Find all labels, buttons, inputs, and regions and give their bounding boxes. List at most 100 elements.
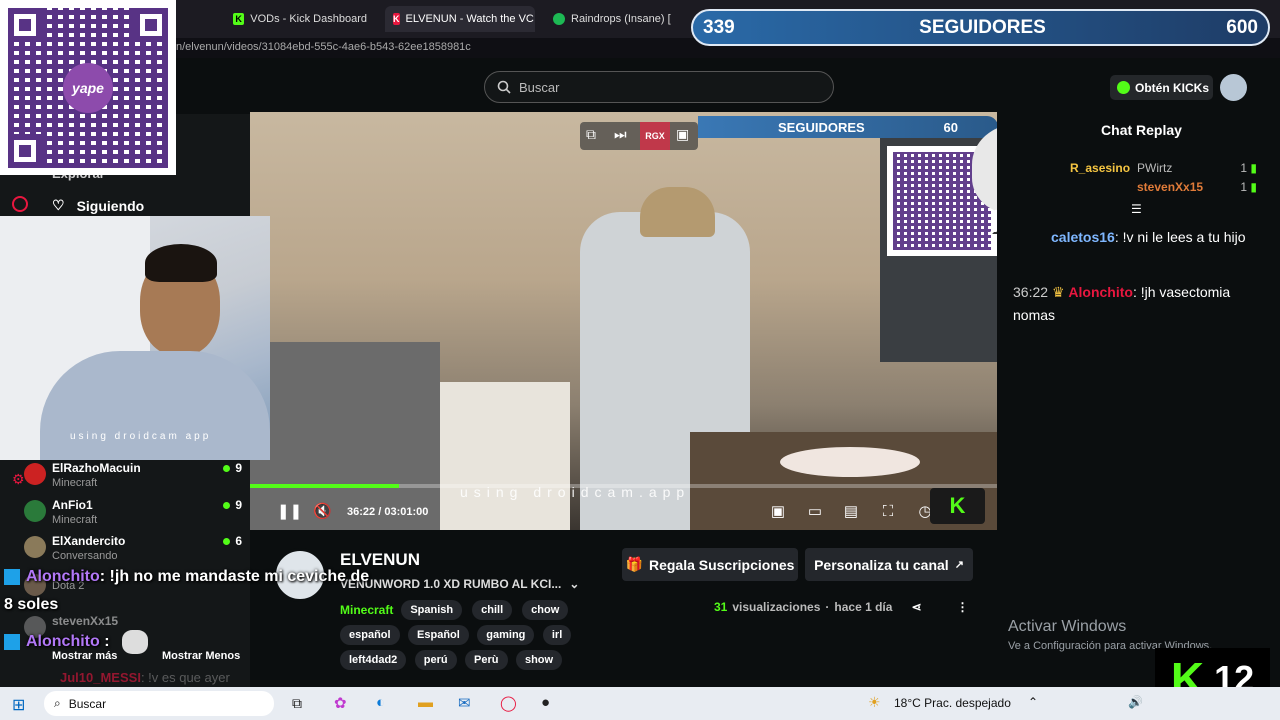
- miniplayer-icon[interactable]: ▣: [676, 126, 689, 143]
- yape-qr-code: yape: [0, 0, 176, 175]
- channel-name: stevenXx15: [52, 614, 119, 628]
- tags-row-2: español Español gaming irl: [340, 625, 575, 645]
- overlay-controls: ⧉ ⏭ RGX ▣: [580, 122, 698, 150]
- mute-icon[interactable]: 🔇: [313, 503, 332, 521]
- sidebar-item-label: Siguiendo: [76, 197, 145, 214]
- customize-label: Personaliza tu canal: [814, 556, 949, 573]
- skip-icon[interactable]: ⏭: [614, 126, 627, 143]
- pause-icon[interactable]: ❚❚: [277, 503, 302, 521]
- tag[interactable]: chow: [522, 600, 569, 620]
- search-placeholder: Buscar: [519, 79, 560, 95]
- channel-name: ElRazhoMacuin: [52, 461, 141, 475]
- activate-windows-title: Activar Windows: [1008, 618, 1127, 635]
- compass-icon: [12, 196, 28, 212]
- more-options-icon[interactable]: ⋮: [957, 600, 969, 614]
- pip-icon[interactable]: ▣: [769, 503, 787, 521]
- sidebar-item-following[interactable]: ♡ Siguiendo: [52, 197, 144, 214]
- taskbar-search[interactable]: ⌕ Buscar: [44, 691, 274, 716]
- search-icon: [497, 80, 511, 94]
- badge-icon: [4, 568, 20, 585]
- kick-icon: K: [233, 13, 245, 25]
- search-input[interactable]: Buscar: [484, 71, 834, 103]
- followers-goal-bar: 339 SEGUIDORES 600: [691, 9, 1270, 46]
- sidebar-channel[interactable]: stevenXx15: [24, 614, 242, 638]
- share-icon[interactable]: ⋖: [911, 600, 921, 614]
- tag[interactable]: Español: [408, 625, 469, 645]
- tag[interactable]: perú: [414, 650, 457, 670]
- progress-fill: [250, 484, 400, 488]
- weather-icon: ☀: [868, 694, 881, 710]
- kick-icon: K: [393, 13, 400, 25]
- cat-emote-icon: [122, 630, 148, 654]
- webcam-watermark: using droidcam app: [70, 431, 212, 442]
- sidebar-channel[interactable]: ElRazhoMacuin Minecraft 9: [24, 461, 242, 489]
- obs-icon[interactable]: ●: [541, 694, 550, 711]
- tag[interactable]: Perù: [465, 650, 508, 670]
- followers-label: SEGUIDORES: [919, 16, 1046, 38]
- volume-icon[interactable]: 🔊: [1128, 695, 1143, 709]
- gear-icon: ⚙: [12, 471, 25, 487]
- get-kicks-button[interactable]: Obtén KICKs: [1110, 75, 1213, 100]
- popout-icon[interactable]: ⧉: [586, 126, 596, 143]
- customize-channel-button[interactable]: Personaliza tu canal ↗: [805, 548, 973, 581]
- channel-name: ElXandercito: [52, 534, 126, 548]
- avatar: [24, 500, 46, 522]
- video-followers-bar: SEGUIDORES 60: [698, 116, 997, 138]
- followers-number: 60: [943, 119, 958, 135]
- tag[interactable]: show: [515, 650, 563, 670]
- viewer-count: 6: [223, 534, 242, 548]
- chevron-down-icon[interactable]: ⌄: [569, 577, 579, 591]
- theater-icon[interactable]: ▤: [842, 503, 860, 521]
- tray-chevron-icon[interactable]: ⌃: [1028, 695, 1038, 709]
- tag[interactable]: irl: [542, 625, 572, 645]
- windows-start-icon[interactable]: ⊞: [12, 695, 25, 715]
- tags-row-1: Minecraft Spanish chill chow: [340, 600, 572, 620]
- tab-vods[interactable]: K VODs - Kick Dashboard: [225, 6, 375, 32]
- kicks-icon: [1117, 81, 1130, 94]
- tab-label: ELVENUN - Watch the VC: [405, 13, 534, 25]
- tag[interactable]: left4dad2: [340, 650, 407, 670]
- category-link[interactable]: Minecraft: [340, 603, 393, 617]
- tag[interactable]: chill: [472, 600, 513, 620]
- shirt: [40, 351, 270, 460]
- get-kicks-label: Obtén KICKs: [1135, 80, 1210, 95]
- url-text: n/elvenun/videos/31084ebd-555c-4ae6-b543…: [176, 41, 471, 53]
- user-avatar[interactable]: [1220, 74, 1247, 101]
- edge-icon[interactable]: ◐: [376, 694, 385, 711]
- opera-icon[interactable]: ◯: [500, 694, 517, 712]
- chat-title: Chat Replay: [1101, 122, 1182, 138]
- video-title-text: VENUNWORD 1.0 XD RUMBO AL KCI...: [340, 577, 562, 591]
- sidebar-channel[interactable]: ElXandercito Conversando 6: [24, 534, 242, 562]
- sidebar-channel[interactable]: AnFio1 Minecraft 9: [24, 498, 242, 526]
- video-player[interactable]: ⧉ ⏭ RGX ▣ SEGUIDORES 60 x2 using droidca…: [250, 112, 997, 530]
- stove: [250, 342, 440, 530]
- tab-label: VODs - Kick Dashboard: [250, 13, 367, 25]
- copilot-icon[interactable]: ✿: [334, 694, 347, 712]
- task-view-icon[interactable]: ⧉: [292, 695, 302, 712]
- show-less-button[interactable]: Mostrar Menos: [162, 650, 240, 662]
- progress-track[interactable]: [250, 484, 997, 488]
- chat-message: 36:22 ♛ Alonchito: !jh vasectomia nomas: [1013, 284, 1231, 323]
- time-separator: /: [378, 506, 382, 518]
- chat-panel: Chat Replay R_asesino PWirtz 1 ▮ stevenX…: [997, 114, 1280, 687]
- kick-mini-badge: K: [930, 488, 985, 524]
- gift-icon: 🎁: [625, 556, 643, 572]
- fullscreen-icon[interactable]: ⛶: [879, 503, 897, 521]
- heart-icon: ♡: [52, 197, 65, 213]
- folder-icon[interactable]: ▬: [418, 694, 433, 711]
- tab-spotify[interactable]: Raindrops (Insane) [: [545, 6, 690, 32]
- tab-elvenun[interactable]: K ELVENUN - Watch the VC: [385, 6, 535, 32]
- crown-icon: ♛: [1051, 284, 1065, 300]
- filter-icon[interactable]: ☰: [1131, 202, 1142, 216]
- channel-name[interactable]: ELVENUN: [340, 550, 420, 570]
- time-current: 36:22: [347, 506, 376, 518]
- outlook-icon[interactable]: ✉: [458, 694, 471, 712]
- video-stats: 31 visualizaciones · hace 1 día ⋖ ⋮: [714, 600, 969, 614]
- taskbar-search-label: Buscar: [68, 696, 107, 711]
- gift-subs-button[interactable]: 🎁 Regala Suscripciones: [622, 548, 798, 581]
- clip-icon[interactable]: ▭: [806, 503, 824, 521]
- tag[interactable]: gaming: [477, 625, 535, 645]
- tag[interactable]: Spanish: [401, 600, 463, 620]
- tag[interactable]: español: [340, 625, 400, 645]
- chat-message: caletos16: !v ni le lees a tu hijo: [1051, 229, 1246, 245]
